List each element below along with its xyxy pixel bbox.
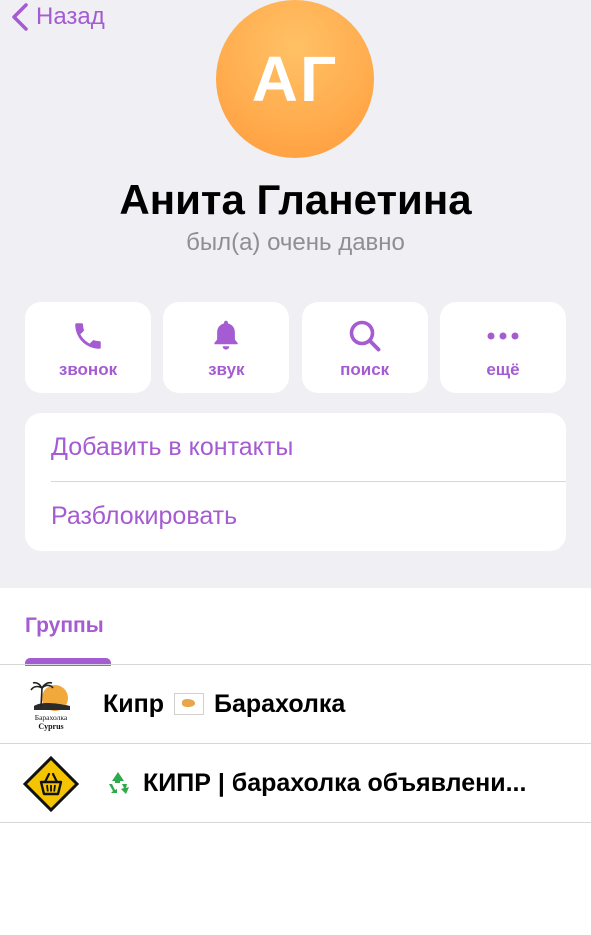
group-name-part-2: Барахолка	[214, 689, 346, 718]
logo-text-bottom: Cyprus	[38, 722, 63, 731]
group-name: КИПР | барахолка объявлени...	[103, 744, 571, 822]
more-icon	[487, 332, 519, 340]
group-row-baraholka[interactable]: Барахолка Cyprus Кипр Барахолка	[0, 665, 591, 743]
chevron-left-icon	[12, 3, 28, 31]
search-icon	[349, 320, 381, 352]
search-button[interactable]: поиск	[301, 302, 428, 393]
row-divider	[0, 822, 591, 823]
call-label: звонок	[58, 360, 118, 379]
recycle-icon	[109, 772, 129, 794]
more-label: ещё	[486, 360, 520, 379]
back-button[interactable]: Назад	[10, 0, 105, 34]
group-name-text: КИПР | барахолка объявлени...	[143, 768, 527, 797]
sound-button[interactable]: звук	[163, 302, 290, 393]
basket-sign-logo	[22, 755, 80, 813]
tab-groups[interactable]: Группы	[25, 614, 104, 638]
cyprus-flag-icon	[174, 693, 204, 715]
group-row-kipr-baraholka[interactable]: КИПР | барахолка объявлени...	[0, 744, 591, 822]
back-label: Назад	[36, 3, 105, 30]
search-label: поиск	[340, 360, 390, 379]
add-to-contacts-button[interactable]: Добавить в контакты	[25, 413, 566, 482]
avatar[interactable]: АГ	[216, 0, 374, 158]
logo-text-top: Барахолка	[35, 713, 68, 722]
call-button[interactable]: звонок	[25, 302, 151, 393]
group-name: Кипр Барахолка	[103, 665, 571, 743]
baraholka-cyprus-logo: Барахолка Cyprus	[22, 676, 80, 734]
unblock-button[interactable]: Разблокировать	[25, 482, 566, 551]
bell-icon	[214, 320, 238, 350]
avatar-initials: АГ	[251, 43, 339, 115]
sound-label: звук	[208, 360, 245, 379]
more-button[interactable]: ещё	[439, 302, 566, 393]
action-buttons: звонок звук поиск ещё	[25, 302, 566, 393]
phone-icon	[75, 323, 101, 349]
group-name-part-1: Кипр	[103, 689, 164, 718]
profile-options-menu: Добавить в контакты Разблокировать	[25, 413, 566, 551]
last-seen-status: был(а) очень давно	[186, 229, 405, 256]
profile-name: Анита Гланетина	[119, 176, 472, 223]
